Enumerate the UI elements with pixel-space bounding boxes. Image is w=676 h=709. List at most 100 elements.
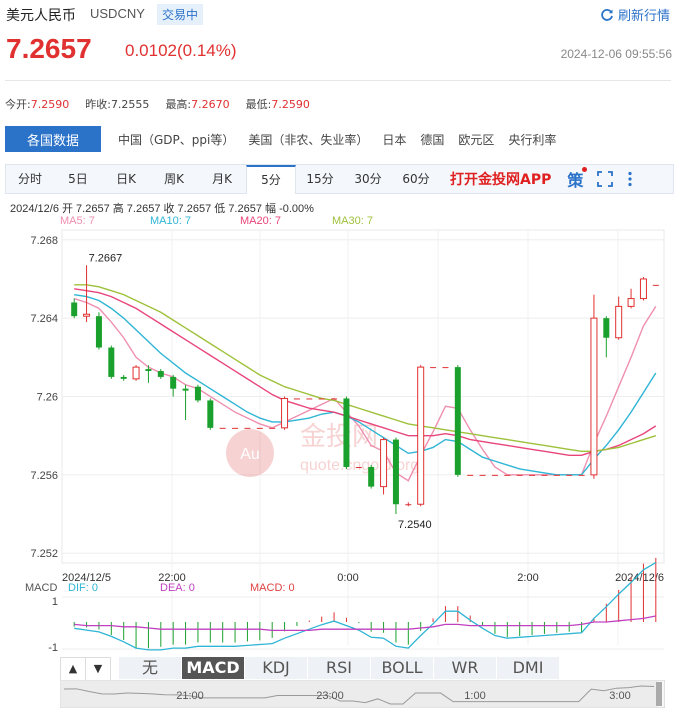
- price-chart[interactable]: Au 金投网 quote.cngold.org 7.2687.2647.267.…: [0, 225, 676, 655]
- candle-body: [145, 369, 152, 372]
- macd-y-tick-label: 1: [52, 596, 58, 608]
- candle-body: [256, 427, 263, 429]
- candle-body: [430, 367, 437, 369]
- macd-y-tick-label: -1: [48, 642, 58, 654]
- nav-usa[interactable]: 美国（非农、失业率）: [248, 131, 368, 148]
- tab-5day[interactable]: 5日: [54, 165, 102, 193]
- nav-country-data[interactable]: 各国数据: [5, 126, 101, 152]
- nav-eurozone[interactable]: 欧元区: [458, 131, 494, 148]
- nav-china[interactable]: 中国（GDP、ppi等）: [118, 131, 234, 148]
- candle-body: [553, 474, 560, 476]
- tab-daily[interactable]: 日K: [102, 165, 150, 193]
- tab-indicator-kdj[interactable]: KDJ: [245, 657, 308, 679]
- watermark-logo: Au: [240, 446, 260, 463]
- macd-dif-label: DIF: 0: [68, 582, 98, 594]
- tab-60min[interactable]: 60分: [392, 165, 440, 193]
- y-tick-label: 7.268: [30, 235, 58, 247]
- macd-name: MACD: [25, 582, 57, 594]
- tab-15min[interactable]: 15分: [296, 165, 344, 193]
- candle-body: [71, 302, 78, 317]
- candle-body: [269, 427, 276, 429]
- candle-body: [603, 318, 610, 338]
- candle-body: [652, 284, 659, 286]
- more-icon[interactable]: [627, 171, 633, 187]
- open-app-link[interactable]: 打开金投网APP: [450, 169, 551, 189]
- tab-monthly[interactable]: 月K: [198, 165, 246, 193]
- tab-indicator-dmi[interactable]: DMI: [497, 657, 560, 679]
- tab-indicator-wr[interactable]: WR: [434, 657, 497, 679]
- candle-body: [194, 386, 201, 401]
- macd-value-label: MACD: 0: [250, 582, 295, 594]
- navigator-tick-label: 3:00: [609, 690, 630, 702]
- candle-body: [454, 367, 461, 475]
- candle-body: [331, 398, 338, 400]
- tab-indicator-none[interactable]: 无: [119, 657, 182, 679]
- time-navigator[interactable]: 21:00 23:00 1:00 3:00: [60, 680, 665, 708]
- tab-indicator-rsi[interactable]: RSI: [308, 657, 371, 679]
- candle-body: [467, 474, 474, 476]
- candle-body: [392, 439, 399, 505]
- nav-germany[interactable]: 德国: [420, 131, 444, 148]
- candle-body: [368, 467, 375, 487]
- refresh-label: 刷新行情: [617, 9, 670, 24]
- stat-prev-close: 昨收:7.2555: [85, 98, 150, 111]
- y-tick-label: 7.256: [30, 470, 58, 482]
- strategy-icon[interactable]: 策: [567, 167, 588, 191]
- tab-5min[interactable]: 5分: [246, 164, 296, 194]
- scroll-up-button[interactable]: ▲: [60, 657, 86, 681]
- candle-body: [157, 371, 164, 377]
- fullscreen-icon[interactable]: [597, 171, 614, 187]
- candle-body: [529, 474, 536, 476]
- candle-body: [405, 504, 412, 506]
- candle-body: [639, 278, 647, 300]
- candle-body: [95, 316, 102, 348]
- candle-body: [281, 397, 289, 429]
- nav-japan[interactable]: 日本: [382, 131, 406, 148]
- x-tick-label: 0:00: [337, 572, 358, 584]
- candle-body: [355, 467, 362, 469]
- y-tick-label: 7.26: [37, 392, 58, 404]
- tab-30min[interactable]: 30分: [344, 165, 392, 193]
- candle-body: [541, 474, 548, 476]
- price-change: 0.0102(0.14%): [125, 41, 237, 60]
- status-badge: 交易中: [157, 4, 204, 25]
- navigator-tick-label: 23:00: [316, 690, 344, 702]
- tab-weekly[interactable]: 周K: [150, 165, 198, 193]
- stats-row: 今开:7.2590 昨收:7.2555 最高:7.2670 最低:7.2590: [5, 96, 326, 112]
- candle-body: [170, 376, 177, 389]
- update-timestamp: 2024-12-06 09:55:56: [560, 47, 672, 61]
- candle-body: [83, 313, 91, 317]
- indicator-tabs: ▲ ▼ 无 MACD KDJ RSI BOLL WR DMI: [60, 657, 560, 681]
- divider: [5, 80, 671, 81]
- candle-body: [120, 376, 127, 379]
- candle-body: [504, 474, 511, 476]
- candle-body: [491, 474, 498, 476]
- refresh-icon: [601, 8, 613, 21]
- watermark-url: quote.cngold.org: [300, 457, 419, 474]
- navigator-handle[interactable]: [656, 682, 662, 706]
- candle-body: [578, 474, 585, 476]
- y-tick-label: 7.252: [30, 548, 58, 560]
- candle-body: [442, 367, 449, 369]
- notification-dot: [582, 167, 588, 172]
- tab-indicator-boll[interactable]: BOLL: [371, 657, 434, 679]
- x-tick-label: 2:00: [517, 572, 538, 584]
- refresh-button[interactable]: 刷新行情: [600, 5, 670, 24]
- tab-indicator-macd[interactable]: MACD: [182, 657, 245, 679]
- navigator-tick-label: 1:00: [464, 690, 485, 702]
- candle-body: [516, 474, 523, 476]
- tab-timeshare[interactable]: 分时: [6, 165, 54, 193]
- candle-body: [108, 347, 115, 377]
- high-annotation: 7.2667: [89, 252, 123, 264]
- candle-body: [132, 366, 140, 380]
- ohlc-readout: 2024/12/6 开 7.2657 高 7.2657 收 7.2657 低 7…: [10, 203, 314, 215]
- stat-open: 今开:7.2590: [5, 98, 70, 111]
- period-tabs: 分时 5日 日K 周K 月K 5分 15分 30分 60分 打开金投网APP 策: [5, 164, 674, 194]
- scroll-down-button[interactable]: ▼: [86, 657, 111, 681]
- candle-body: [615, 305, 623, 339]
- instrument-name: 美元人民币: [6, 8, 76, 24]
- candle-body: [479, 474, 486, 476]
- nav-central-bank-rates[interactable]: 央行利率: [508, 131, 556, 148]
- candle-body: [318, 398, 325, 400]
- candle-body: [380, 439, 388, 488]
